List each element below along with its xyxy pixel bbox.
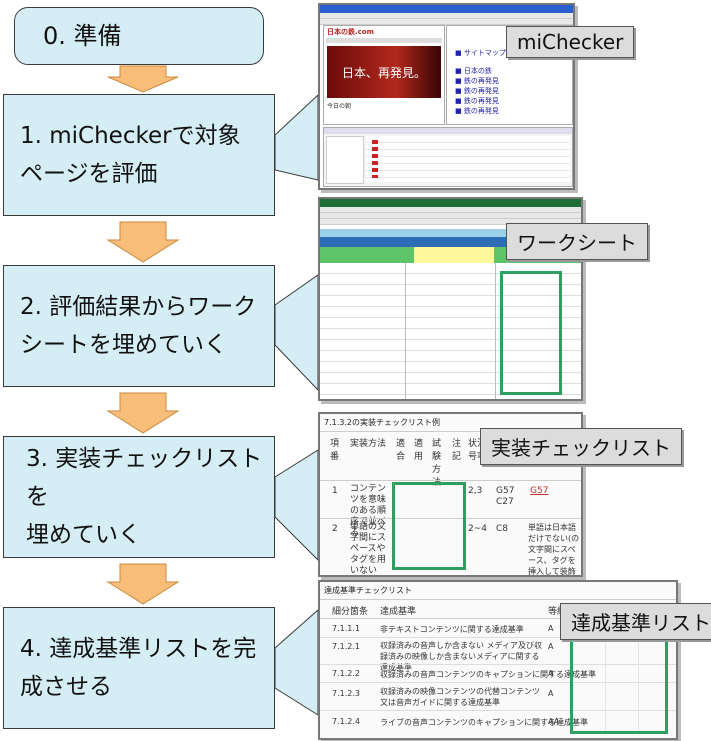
step-0-preparation: 0. 準備 [14, 7, 264, 65]
crit-3-level: A [548, 669, 554, 678]
crit-2-level: A [548, 642, 554, 651]
down-arrow-1 [107, 65, 179, 93]
section-heading: 今日の朝 [327, 103, 352, 110]
crit-1-text: 非テキストコンテンツに関する達成基準 [380, 625, 524, 634]
site-logo: 日本の鉄.com [327, 28, 374, 36]
criteria-title: 達成基準チェックリスト [320, 582, 676, 600]
row-1-range: 2,3 [468, 486, 483, 496]
down-arrow-4 [106, 563, 180, 605]
crit-5-level: AA [548, 717, 560, 726]
col-section: 細分箇条 [332, 607, 369, 617]
crit-4-id: 7.1.2.3 [332, 689, 360, 698]
pointer-3 [274, 449, 319, 562]
crit-3-text: 収録済みの音声コンテンツのキャプションに関する達成基準 [380, 670, 596, 679]
pointer-1 [274, 93, 319, 181]
step-2-label: 2. 評価結果からワーク シートを埋めていく [20, 294, 257, 358]
row-2-codes: C8 [496, 524, 509, 534]
step-1-evaluate: 1. miCheckerで対象 ページを評価 [3, 94, 275, 216]
crit-4-text: 収録済みの映像コンテンツの代替コンテンツ又は音声ガイドに関する達成基準 [380, 687, 540, 707]
row-2-note: 単語は日本語だけでない(の文字間にスペース、タグを挿入して装飾していないか確認す… [528, 523, 580, 576]
pointer-2 [274, 274, 319, 392]
crit-1-level: A [548, 624, 554, 633]
step-2-worksheet: 2. 評価結果からワーク シートを埋めていく [3, 265, 275, 387]
crit-3-id: 7.1.2.2 [332, 669, 360, 678]
crit-2-id: 7.1.2.1 [332, 642, 360, 651]
col-apply: 適用 [414, 439, 424, 462]
step-4-criteria: 4. 達成基準リストを完 成させる [3, 607, 275, 729]
worksheet-highlight [500, 271, 562, 395]
step-4-label: 4. 達成基準リストを完 成させる [20, 636, 257, 700]
col-no: 項番 [330, 439, 340, 462]
crit-1-id: 7.1.1.1 [332, 624, 360, 633]
row-2-range: 2~4 [468, 524, 487, 534]
col-criterion: 達成基準 [380, 607, 417, 617]
callout-michecker: miChecker [506, 26, 635, 58]
banner: 日本、再発見。 [327, 46, 441, 98]
row-1-link[interactable]: G57 [530, 486, 548, 496]
row-2-no: 2 [332, 524, 338, 534]
step-3-label: 3. 実装チェックリストを 埋めていく [26, 446, 263, 548]
step-3-checklist: 3. 実装チェックリストを 埋めていく [3, 436, 275, 558]
crit-4-level: A [548, 689, 554, 698]
col-note: 注記 [452, 439, 462, 462]
down-arrow-2 [106, 221, 180, 263]
crit-5-id: 7.1.2.4 [332, 717, 360, 726]
callout-worksheet: ワークシート [506, 223, 648, 260]
pointer-4 [274, 608, 319, 716]
col-method: 実装方法 [350, 439, 387, 449]
banner-text: 日本、再発見。 [341, 65, 426, 80]
row-1-codes: G57 C27 [496, 486, 515, 507]
row-2-method: 単語の文字間にスペースやタグを用いない [350, 522, 387, 576]
step-1-label: 1. miCheckerで対象 ページを評価 [20, 123, 241, 187]
step-0-label: 0. 準備 [43, 22, 122, 50]
callout-checklist: 実装チェックリスト [480, 428, 682, 465]
row-1-no: 1 [332, 486, 338, 496]
col-conform: 適合 [396, 439, 406, 462]
checklist-highlight [392, 482, 466, 570]
callout-criteria: 達成基準リスト [560, 603, 711, 640]
down-arrow-3 [106, 392, 180, 434]
